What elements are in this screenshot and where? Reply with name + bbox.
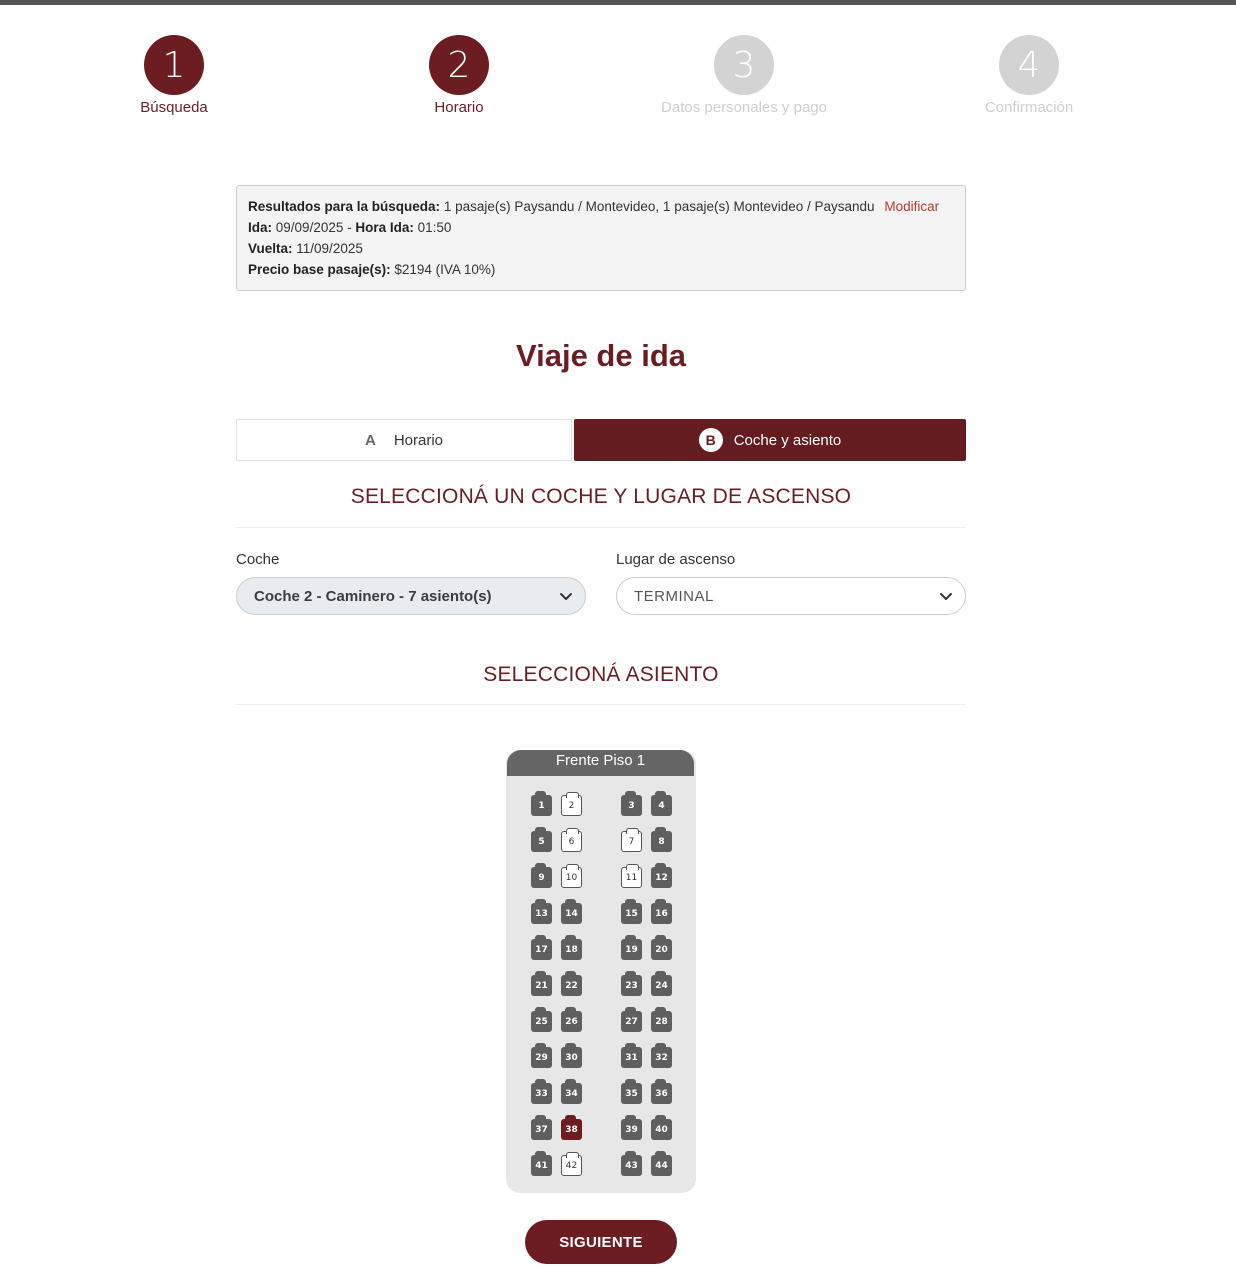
seat-40: 40 — [651, 1115, 672, 1140]
seat-33: 33 — [531, 1079, 552, 1104]
price-value: $2194 (IVA 10%) — [394, 262, 496, 277]
seat-35: 35 — [621, 1079, 642, 1104]
tab-letter: A — [364, 431, 376, 449]
seat-20: 20 — [651, 935, 672, 960]
price-label: Precio base pasaje(s): — [248, 262, 391, 277]
seat-42[interactable]: 42 — [561, 1152, 582, 1176]
vuelta-value: 11/09/2025 — [296, 241, 363, 256]
seat-25: 25 — [531, 1007, 552, 1032]
seat-10[interactable]: 10 — [561, 864, 582, 888]
seat-30: 30 — [561, 1043, 582, 1068]
seat-18: 18 — [561, 935, 582, 960]
step-confirmacion: 4 Confirmación — [929, 35, 1129, 116]
seat-44: 44 — [651, 1151, 672, 1176]
step-label: Búsqueda — [140, 99, 208, 116]
summary-ida-line: Ida: 09/09/2025 - Hora Ida: 01:50 — [248, 217, 954, 238]
seat-23: 23 — [621, 971, 642, 996]
seat-6[interactable]: 6 — [561, 828, 582, 852]
seat-7[interactable]: 7 — [621, 828, 642, 852]
seat-1: 1 — [531, 791, 552, 816]
step-number: 4 — [999, 35, 1059, 95]
section-title-coach: SELECCIONÁ UN COCHE Y LUGAR DE ASCENSO — [350, 485, 852, 508]
summary-price-line: Precio base pasaje(s): $2194 (IVA 10%) — [248, 259, 954, 280]
step-label: Datos personales y pago — [661, 99, 827, 116]
seat-24: 24 — [651, 971, 672, 996]
lugar-select-value: TERMINAL — [634, 587, 714, 605]
seat-38[interactable]: 38 — [561, 1115, 582, 1140]
chevron-down-icon — [940, 593, 952, 600]
trip-tabs: A Horario B Coche y asiento — [236, 419, 966, 461]
divider — [236, 527, 966, 528]
step-number: 3 — [714, 35, 774, 95]
seat-16: 16 — [651, 899, 672, 924]
seat-39: 39 — [621, 1115, 642, 1140]
next-button[interactable]: SIGUIENTE — [525, 1220, 677, 1264]
seat-15: 15 — [621, 899, 642, 924]
step-label: Confirmación — [984, 99, 1074, 116]
ida-label: Ida: — [248, 220, 273, 235]
step-busqueda[interactable]: 1 Búsqueda — [74, 35, 274, 116]
step-label: Horario — [434, 99, 484, 116]
seat-28: 28 — [651, 1007, 672, 1032]
step-number: 2 — [429, 35, 489, 95]
bus-header: Frente Piso 1 — [507, 750, 694, 776]
coche-label: Coche — [236, 551, 280, 568]
tab-label: Coche y asiento — [733, 431, 842, 449]
seat-12: 12 — [651, 863, 672, 888]
results-value: 1 pasaje(s) Paysandu / Montevideo, 1 pas… — [443, 199, 875, 214]
seat-34: 34 — [561, 1079, 582, 1104]
seat-3: 3 — [621, 791, 642, 816]
hora-value: 01:50 — [417, 220, 452, 235]
seat-4: 4 — [651, 791, 672, 816]
coche-select[interactable]: Coche 2 - Caminero - 7 asiento(s) — [236, 577, 586, 615]
section-title-seat: SELECCIONÁ ASIENTO — [483, 663, 719, 686]
tab-label: Horario — [393, 431, 444, 449]
seat-22: 22 — [561, 971, 582, 996]
seat-5: 5 — [531, 827, 552, 852]
modify-link[interactable]: Modificar — [884, 199, 939, 214]
seat-19: 19 — [621, 935, 642, 960]
step-number: 1 — [144, 35, 204, 95]
seat-9: 9 — [531, 863, 552, 888]
ida-value: 09/09/2025 — [275, 220, 344, 235]
tab-letter: B — [698, 428, 723, 452]
seat-17: 17 — [531, 935, 552, 960]
seat-11[interactable]: 11 — [621, 864, 642, 888]
results-label: Resultados para la búsqueda: — [248, 199, 441, 214]
seat-29: 29 — [531, 1043, 552, 1068]
seat-14: 14 — [561, 899, 582, 924]
summary-results-line: Resultados para la búsqueda: 1 pasaje(s)… — [248, 196, 954, 217]
seat-31: 31 — [621, 1043, 642, 1068]
top-bar — [0, 0, 1236, 5]
step-horario[interactable]: 2 Horario — [359, 35, 559, 116]
vuelta-label: Vuelta: — [248, 241, 293, 256]
seat-8: 8 — [651, 827, 672, 852]
chevron-down-icon — [560, 593, 572, 600]
tab-horario[interactable]: A Horario — [236, 419, 572, 461]
coche-select-value: Coche 2 - Caminero - 7 asiento(s) — [254, 587, 492, 605]
seat-13: 13 — [531, 899, 552, 924]
lugar-label: Lugar de ascenso — [616, 551, 736, 568]
page-title: Viaje de ida — [515, 338, 686, 373]
bus-seat-map: Frente Piso 1 1 2 3 4 5 6 7 8 9 10 11 12 13 14 15 16 17 1… — [506, 750, 696, 1193]
summary-vuelta-line: Vuelta: 11/09/2025 — [248, 238, 954, 259]
seat-27: 27 — [621, 1007, 642, 1032]
seat-2[interactable]: 2 — [561, 792, 582, 816]
seat-36: 36 — [651, 1079, 672, 1104]
divider — [236, 704, 966, 705]
seat-21: 21 — [531, 971, 552, 996]
search-summary: Resultados para la búsqueda: 1 pasaje(s)… — [236, 185, 966, 291]
hora-label: Hora Ida: — [355, 220, 414, 235]
seat-32: 32 — [651, 1043, 672, 1068]
seat-37: 37 — [531, 1115, 552, 1140]
step-datos-personales: 3 Datos personales y pago — [644, 35, 844, 116]
lugar-select[interactable]: TERMINAL — [616, 577, 966, 615]
seat-43: 43 — [621, 1151, 642, 1176]
separator: - — [343, 220, 356, 235]
seat-26: 26 — [561, 1007, 582, 1032]
seat-41: 41 — [531, 1151, 552, 1176]
tab-coche-asiento[interactable]: B Coche y asiento — [574, 419, 966, 461]
